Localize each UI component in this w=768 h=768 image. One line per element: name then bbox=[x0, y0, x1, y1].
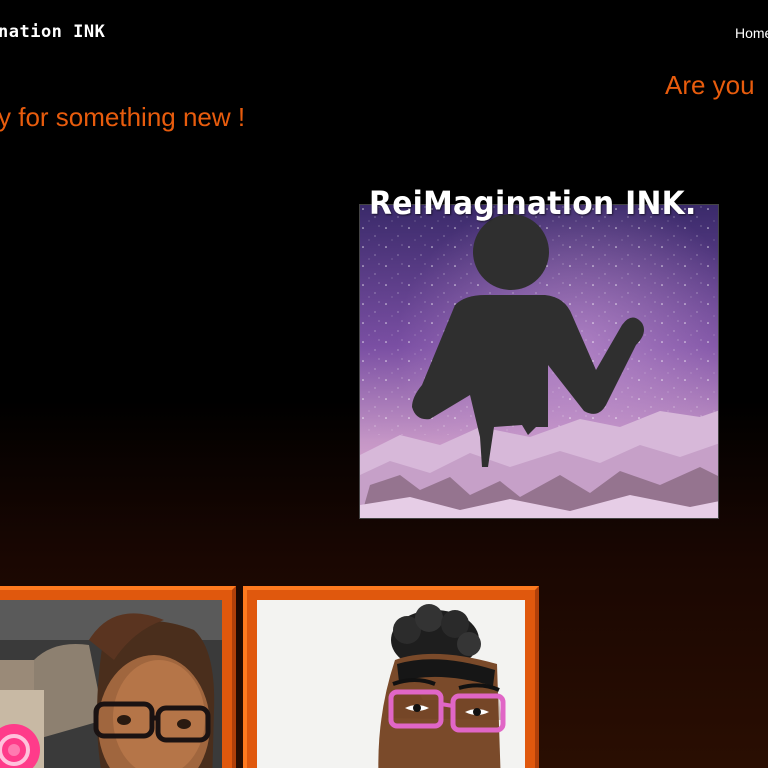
logo-image bbox=[359, 204, 719, 519]
logo-title: ReiMagination INK. bbox=[369, 184, 697, 222]
gallery-frame-1[interactable] bbox=[0, 586, 236, 768]
selfie-photo bbox=[0, 600, 222, 768]
nav-home-link[interactable]: Home bbox=[735, 25, 768, 41]
hero-tagline-line2: y for something new ! bbox=[0, 102, 246, 132]
site-brand[interactable]: nation INK bbox=[0, 22, 105, 42]
hero-tagline-line1: Are you bbox=[665, 70, 755, 100]
cartoon-portrait bbox=[257, 600, 525, 768]
gallery-frame-2[interactable] bbox=[243, 586, 539, 768]
